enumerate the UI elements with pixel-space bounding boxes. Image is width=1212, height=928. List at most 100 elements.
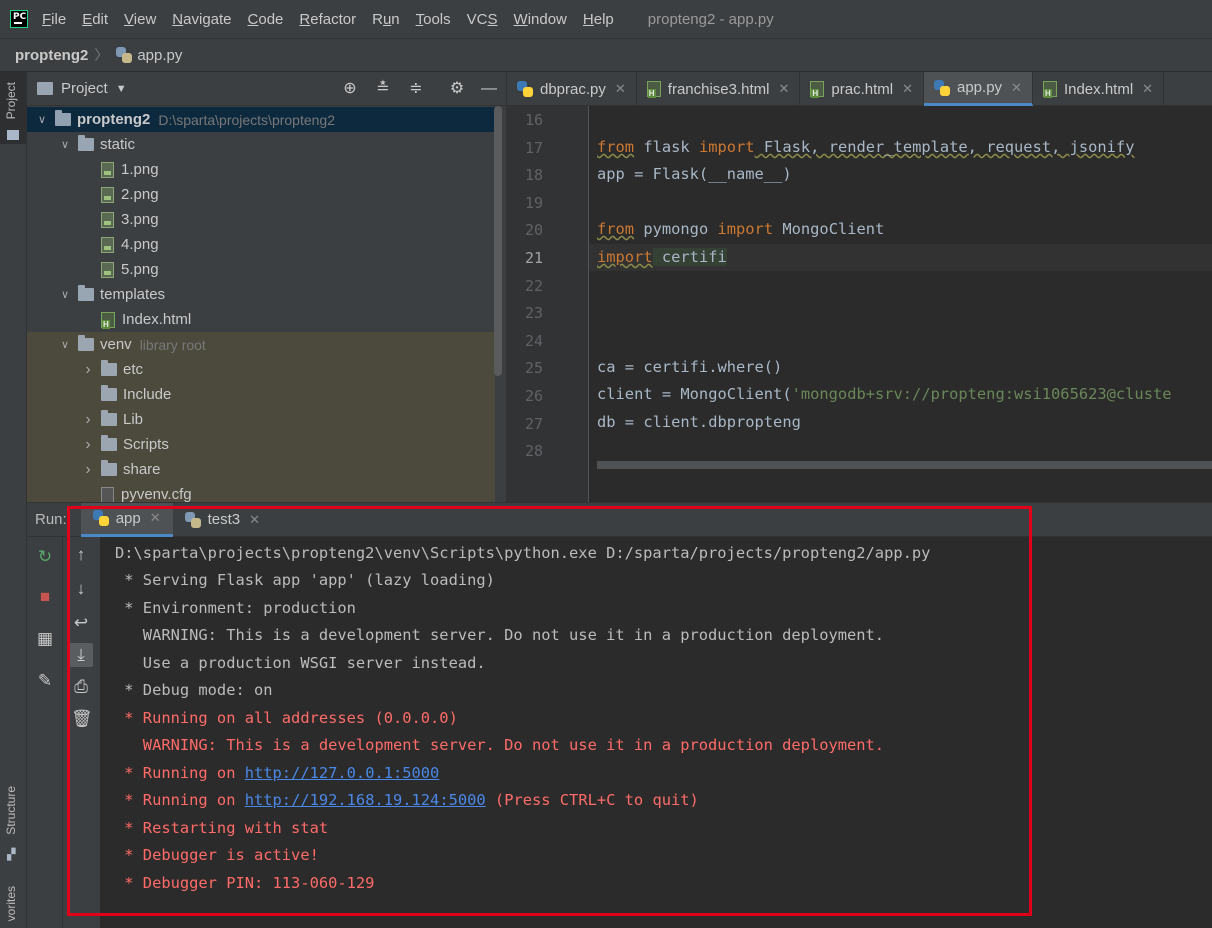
gear-icon[interactable]: ⚙	[448, 80, 466, 98]
run-toolbar-primary: ↻ ■ ▦ ✎	[27, 537, 63, 928]
project-panel: Project ▼ ⊕ ≛ ≑ ⚙ — ∨ propteng2 D:\sparta\…	[27, 72, 507, 502]
chevron-down-icon[interactable]: ▼	[116, 83, 127, 95]
editor-tab-label: franchise3.html	[667, 80, 770, 98]
code-line-27: db = client.dbpropteng	[597, 413, 801, 431]
tree-item-label: Index.html	[122, 311, 192, 328]
tree-item-label: etc	[123, 361, 144, 378]
close-icon[interactable]: ✕	[902, 81, 913, 97]
chevron-right-icon[interactable]: ›	[81, 436, 95, 454]
tree-item-label: 3.png	[121, 211, 159, 228]
line-number: 17	[524, 138, 543, 157]
editor-horizontal-scrollbar[interactable]	[597, 461, 1212, 469]
tree-item[interactable]: ∨ propteng2 D:\sparta\projects\propteng2	[27, 107, 495, 132]
editor-tab-label: prac.html	[831, 80, 894, 98]
layout-icon[interactable]: ▦	[35, 629, 55, 649]
code-editor: dbprac.py✕franchise3.html✕prac.html✕app.…	[507, 72, 1212, 502]
hide-panel-icon[interactable]: —	[480, 80, 498, 98]
close-icon[interactable]: ✕	[1011, 80, 1022, 96]
tree-item-label: 2.png	[121, 186, 159, 203]
tree-item-label: pyvenv.cfg	[121, 486, 192, 502]
tree-item[interactable]: 4.png	[27, 232, 495, 257]
python-file-icon	[116, 47, 133, 63]
tree-item[interactable]: 2.png	[27, 182, 495, 207]
collapse-all-icon[interactable]: ≑	[407, 80, 425, 98]
close-icon[interactable]: ✕	[1142, 81, 1153, 97]
tree-item[interactable]: › etc	[27, 357, 495, 382]
folder-icon	[55, 110, 71, 126]
line-number: 22	[524, 276, 543, 295]
tree-item[interactable]: ∨ venv library root	[27, 332, 495, 357]
html-file-icon	[1042, 81, 1057, 98]
rerun-icon[interactable]: ↻	[35, 547, 55, 567]
tree-item[interactable]: › Lib	[27, 407, 495, 432]
folder-icon	[101, 435, 117, 451]
menu-edit[interactable]: Edit	[82, 11, 108, 28]
chevron-right-icon[interactable]: ›	[81, 361, 95, 379]
tree-item[interactable]: 3.png	[27, 207, 495, 232]
chevron-down-icon[interactable]: ∨	[58, 138, 72, 151]
favorites-tool-tab[interactable]: vorites	[4, 886, 18, 921]
line-number: 23	[524, 304, 543, 323]
tree-item[interactable]: ∨ templates	[27, 282, 495, 307]
tree-scrollbar[interactable]	[494, 106, 502, 376]
menu-vcs[interactable]: VCS	[467, 11, 498, 28]
close-icon[interactable]: ✕	[779, 81, 790, 97]
chevron-right-icon[interactable]: ›	[81, 461, 95, 479]
locate-file-icon[interactable]: ⊕	[341, 80, 359, 98]
code-line-17: from flask import Flask, render_template…	[597, 138, 1135, 156]
tree-item-label: venv	[100, 336, 132, 353]
menu-refactor[interactable]: Refactor	[299, 11, 356, 28]
expand-all-icon[interactable]: ≛	[374, 80, 392, 98]
tree-item[interactable]: › share	[27, 457, 495, 482]
chevron-down-icon[interactable]: ∨	[58, 288, 72, 301]
tree-item[interactable]: › Scripts	[27, 432, 495, 457]
menu-run[interactable]: Run	[372, 11, 400, 28]
menu-tools[interactable]: Tools	[416, 11, 451, 28]
project-tool-tab[interactable]: Project	[4, 82, 18, 119]
chevron-down-icon[interactable]: ∨	[58, 338, 72, 351]
editor-tab[interactable]: app.py ✕	[924, 72, 1033, 106]
python-file-icon	[517, 81, 533, 97]
menu-file[interactable]: File	[42, 11, 66, 28]
stop-icon[interactable]: ■	[35, 587, 55, 607]
project-panel-title[interactable]: Project	[61, 80, 108, 97]
tree-item[interactable]: 1.png	[27, 157, 495, 182]
project-path: D:\sparta\projects\propteng2	[158, 111, 335, 128]
image-file-icon	[101, 161, 114, 178]
library-root-note: library root	[139, 336, 206, 353]
editor-tab[interactable]: prac.html ✕	[800, 72, 924, 106]
config-file-icon	[101, 486, 114, 502]
editor-tab[interactable]: dbprac.py ✕	[507, 72, 637, 106]
tree-item-label: propteng2	[77, 111, 151, 128]
folder-icon	[78, 285, 94, 301]
line-number: 24	[524, 331, 543, 350]
tree-item[interactable]: 5.png	[27, 257, 495, 282]
breadcrumb-project[interactable]: propteng2	[15, 47, 88, 64]
tree-item[interactable]: ∨ static	[27, 132, 495, 157]
html-file-icon	[810, 81, 825, 98]
line-number: 16	[524, 111, 543, 129]
tree-item-label: 5.png	[121, 261, 159, 278]
menu-help[interactable]: Help	[583, 11, 614, 28]
image-file-icon	[101, 236, 114, 253]
menu-navigate[interactable]: Navigate	[172, 11, 231, 28]
structure-tool-tab[interactable]: Structure	[4, 786, 18, 835]
html-file-icon	[646, 81, 661, 98]
breadcrumb-file[interactable]: app.py	[137, 47, 182, 64]
menu-view[interactable]: View	[124, 11, 156, 28]
editor-tab[interactable]: franchise3.html ✕	[637, 72, 801, 106]
close-icon[interactable]: ✕	[615, 81, 626, 97]
folder-icon	[101, 410, 117, 426]
tree-item[interactable]: pyvenv.cfg	[27, 482, 495, 502]
editor-tab[interactable]: Index.html ✕	[1033, 72, 1165, 106]
tree-item[interactable]: Index.html	[27, 307, 495, 332]
chevron-right-icon[interactable]: ›	[81, 411, 95, 429]
pin-icon[interactable]: ✎	[35, 671, 55, 691]
tree-item[interactable]: Include	[27, 382, 495, 407]
chevron-right-icon: 〉	[94, 47, 109, 63]
menu-window[interactable]: Window	[514, 11, 567, 28]
chevron-down-icon[interactable]: ∨	[35, 113, 49, 126]
line-number-gutter: 16 17 18 19 20 21 22 23 24 25 26 27 28	[507, 106, 589, 502]
highlight-annotation-box	[67, 506, 1032, 916]
menu-code[interactable]: Code	[248, 11, 284, 28]
